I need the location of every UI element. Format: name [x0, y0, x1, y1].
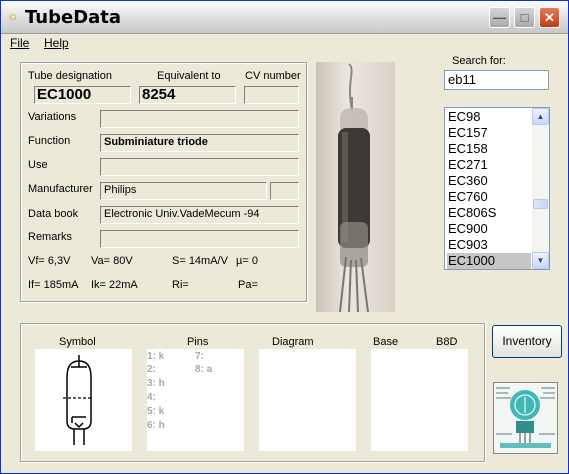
chevron-up-icon: ▲	[536, 112, 545, 121]
variations-field[interactable]	[100, 110, 299, 128]
symbol-panel	[35, 349, 132, 451]
tube-photo-drawing	[338, 63, 370, 313]
databook-field[interactable]: Electronic Univ.VadeMecum -94	[100, 206, 299, 224]
remarks-field[interactable]	[100, 230, 299, 248]
chevron-down-icon: ▼	[536, 256, 545, 265]
scroll-thumb[interactable]	[533, 199, 548, 209]
list-scrollbar[interactable]: ▲ ▼	[532, 108, 549, 269]
app-logo	[493, 382, 558, 454]
databook-label: Data book	[28, 208, 79, 220]
param-ri: Ri=	[172, 279, 189, 291]
param-vf: Vf= 6,3V	[28, 255, 71, 267]
close-button[interactable]: ✕	[539, 7, 560, 28]
menu-file[interactable]: File	[10, 36, 29, 50]
tube-list-item[interactable]: EC760	[447, 189, 531, 205]
triode-symbol-icon	[63, 355, 92, 445]
tube-list-item[interactable]: EC98	[447, 109, 531, 125]
pin-5: 5: k	[147, 406, 165, 417]
base-label: Base	[373, 336, 399, 348]
tube-list-item[interactable]: EC158	[447, 141, 531, 157]
symbol-label: Symbol	[59, 336, 96, 348]
inventory-button[interactable]: Inventory	[492, 325, 562, 358]
pins-panel: 1: k 2: 3: h 4: 5: k 6: h 7: 8: a	[147, 349, 244, 451]
pin-6: 6: h	[147, 420, 165, 431]
maximize-button[interactable]: □	[514, 7, 535, 28]
manufacturer-code-field[interactable]	[270, 182, 299, 200]
tube-list[interactable]: EC98 EC157 EC158 EC271 EC360 EC760 EC806S EC900…	[444, 107, 550, 270]
equivalent-label: Equivalent to	[157, 70, 221, 82]
minimize-button[interactable]: —	[489, 7, 510, 28]
equivalent-field[interactable]: 8254	[139, 86, 236, 104]
search-label: Search for:	[452, 55, 506, 67]
manufacturer-field[interactable]: Philips	[100, 182, 267, 200]
tube-list-item[interactable]: EC271	[447, 157, 531, 173]
tube-list-item[interactable]: EC157	[447, 125, 531, 141]
param-if: If= 185mA	[28, 279, 79, 291]
tube-designation-field[interactable]: EC1000	[34, 86, 131, 104]
search-input[interactable]: eb11	[444, 70, 549, 90]
tube-list-item[interactable]: EC360	[447, 173, 531, 189]
param-pa: Pa=	[238, 279, 258, 291]
close-icon: ✕	[544, 10, 555, 25]
app-window: ☼ TubeData — □ ✕ File Help Tube designat…	[0, 0, 569, 474]
tube-logo-icon	[494, 383, 557, 453]
minimize-icon: —	[493, 10, 506, 25]
tube-list-item[interactable]: EC1000	[447, 253, 531, 269]
menu-help-label: Help	[44, 36, 69, 50]
use-field[interactable]	[100, 158, 299, 176]
variations-label: Variations	[28, 111, 77, 123]
menu-bar: File Help	[1, 34, 568, 52]
tube-photo	[316, 62, 395, 313]
menu-help[interactable]: Help	[44, 36, 69, 50]
param-ik: Ik= 22mA	[91, 279, 138, 291]
diagram-label: Diagram	[272, 336, 314, 348]
cv-number-field[interactable]	[244, 86, 299, 104]
menu-file-label: File	[10, 36, 30, 50]
tube-list-item[interactable]: EC903	[447, 237, 531, 253]
tube-list-item[interactable]: EC806S	[447, 205, 531, 221]
remarks-label: Remarks	[28, 231, 73, 243]
manufacturer-label: Manufacturer	[28, 183, 93, 195]
use-label: Use	[28, 159, 48, 171]
pin-1: 1: k	[147, 351, 165, 362]
param-mu: µ= 0	[236, 255, 258, 267]
base-panel	[371, 349, 468, 451]
cv-number-label: CV number	[245, 70, 301, 82]
tube-designation-label: Tube designation	[28, 70, 112, 82]
base-value: B8D	[436, 336, 458, 348]
pin-3: 3: h	[147, 378, 165, 389]
diagram-panel	[259, 349, 356, 451]
pin-7: 7:	[195, 351, 204, 362]
pin-8: 8: a	[195, 364, 213, 375]
param-va: Va= 80V	[91, 255, 133, 267]
scroll-up-button[interactable]: ▲	[532, 108, 549, 125]
lightbulb-icon: ☼	[7, 8, 19, 23]
pin-2: 2:	[147, 364, 156, 375]
title-bar[interactable]: ☼ TubeData — □ ✕	[1, 1, 568, 34]
scroll-down-button[interactable]: ▼	[532, 252, 549, 269]
window-title: TubeData	[25, 7, 122, 28]
function-label: Function	[28, 135, 71, 147]
function-field[interactable]: Subminiature triode	[100, 134, 299, 152]
pins-label: Pins	[187, 336, 209, 348]
tube-list-item[interactable]: EC900	[447, 221, 531, 237]
pin-4: 4:	[147, 392, 156, 403]
param-s: S= 14mA/V	[172, 255, 228, 267]
maximize-icon: □	[520, 10, 529, 25]
